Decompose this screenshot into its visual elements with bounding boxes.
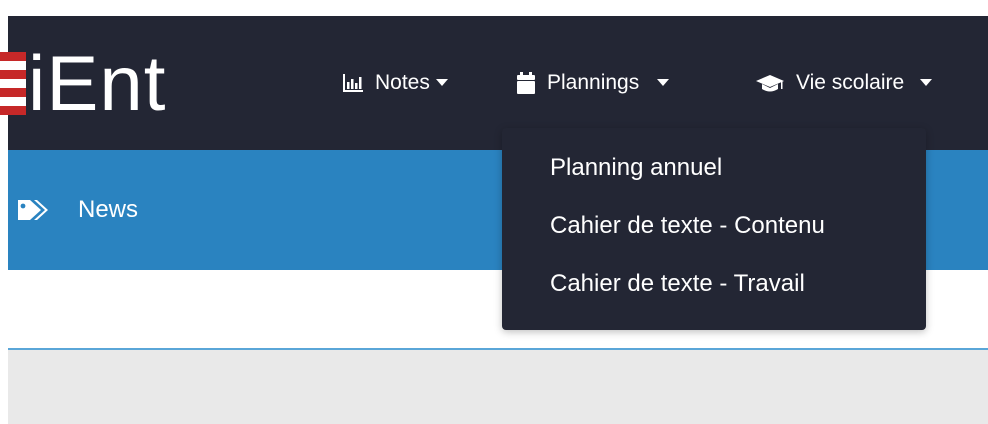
nav-item-vie-scolaire-label: Vie scolaire (796, 71, 905, 94)
dropdown-item-cahier-travail[interactable]: Cahier de texte - Travail (550, 262, 805, 306)
tags-icon (18, 198, 52, 222)
graduation-cap-icon (756, 73, 784, 93)
news-label: News (78, 196, 139, 223)
nav-item-notes[interactable]: Notes (343, 16, 448, 150)
plannings-dropdown-menu: Planning annuel Cahier de texte - Conten… (502, 128, 926, 330)
dropdown-item-cahier-contenu[interactable]: Cahier de texte - Contenu (550, 204, 825, 248)
chevron-down-icon (435, 78, 448, 86)
logo[interactable]: iEnt (0, 16, 166, 150)
dropdown-item-planning-annuel[interactable]: Planning annuel (550, 146, 722, 190)
chevron-down-icon (920, 78, 933, 86)
bar-chart-icon (343, 74, 363, 92)
lighthouse-logo-icon (0, 46, 26, 120)
calendar-icon (517, 72, 535, 94)
nav-item-notes-label: Notes (375, 71, 430, 94)
news-title: News (18, 150, 138, 270)
chevron-down-icon (657, 78, 670, 86)
content-panel (8, 350, 988, 424)
logo-text: iEnt (28, 39, 167, 127)
top-strip (0, 0, 988, 16)
nav-item-plannings-label: Plannings (547, 71, 640, 94)
